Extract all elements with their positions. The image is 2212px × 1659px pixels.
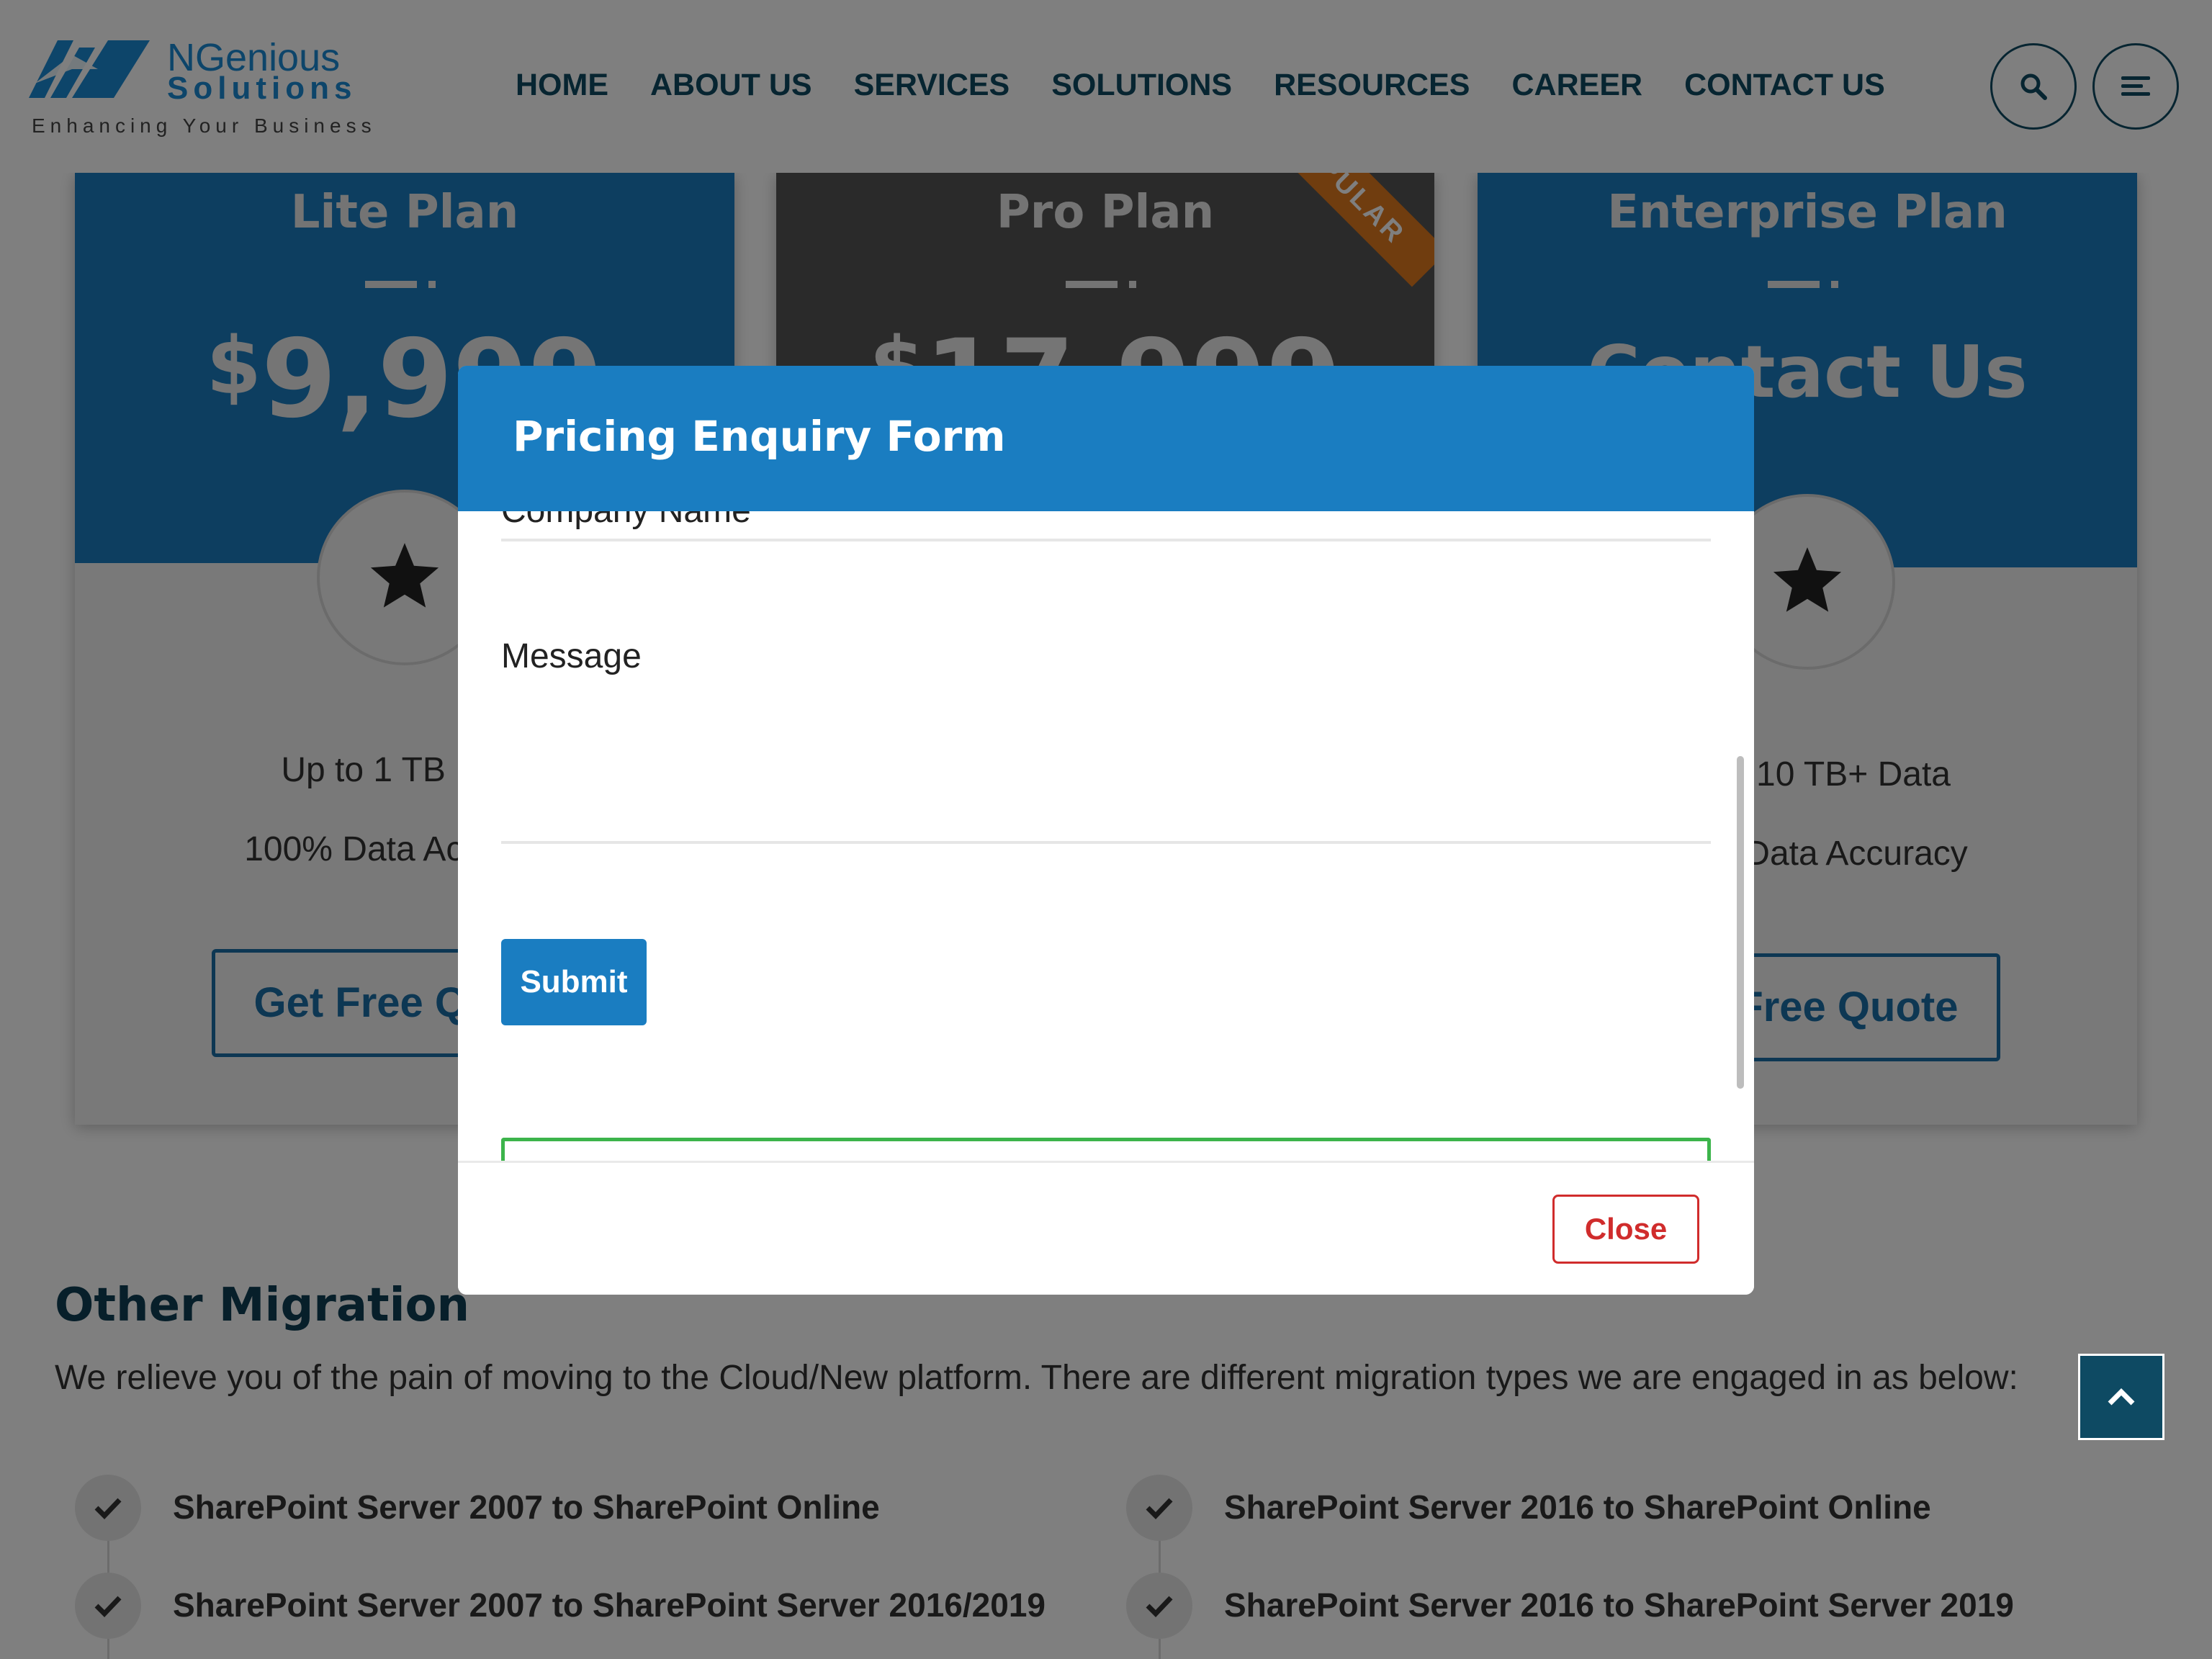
modal-header-cover: Pricing Enquiry Form [458, 366, 1754, 511]
modal-footer: Close [458, 1161, 1754, 1295]
pricing-enquiry-modal: Pricing Enquiry Form Company Name Messag… [458, 366, 1754, 1295]
submit-button[interactable]: Submit [501, 939, 647, 1025]
message-field[interactable] [501, 841, 1711, 844]
chevron-up-icon [2108, 1388, 2135, 1406]
message-label: Message [501, 637, 642, 675]
company-name-field[interactable] [501, 539, 1711, 541]
back-to-top-button[interactable] [2078, 1354, 2164, 1440]
modal-scrollbar[interactable] [1737, 756, 1744, 1089]
close-button[interactable]: Close [1552, 1195, 1699, 1264]
